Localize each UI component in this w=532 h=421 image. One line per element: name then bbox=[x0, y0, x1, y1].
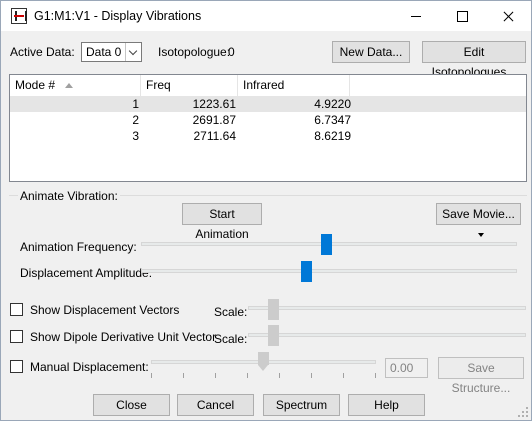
show-dipole-vector-checkbox[interactable] bbox=[10, 330, 23, 343]
slider-tick bbox=[343, 373, 344, 378]
table-row[interactable]: 2 2691.87 6.7347 bbox=[10, 112, 526, 128]
slider-tick bbox=[247, 373, 248, 378]
slider-tick bbox=[375, 373, 376, 378]
slider-tick bbox=[151, 373, 152, 378]
show-displacement-vectors-checkbox[interactable] bbox=[10, 303, 23, 316]
chevron-down-icon[interactable] bbox=[125, 43, 141, 61]
vectors-scale-track bbox=[248, 306, 526, 310]
vectors-scale-label: Scale: bbox=[214, 305, 248, 319]
dipole-scale-slider-thumb bbox=[268, 325, 279, 346]
displacement-amplitude-slider-thumb[interactable] bbox=[301, 261, 312, 282]
edit-isotopologues-button[interactable]: Edit Isotopologues... bbox=[422, 41, 526, 79]
slider-tick bbox=[183, 373, 184, 378]
gaussview-app-icon bbox=[11, 8, 27, 24]
cancel-button[interactable]: Cancel bbox=[177, 394, 254, 416]
window-title: G1:M1:V1 - Display Vibrations bbox=[34, 9, 202, 23]
close-button[interactable]: Close bbox=[93, 394, 170, 416]
manual-displacement-value-field: 0.00 bbox=[385, 358, 428, 378]
display-vibrations-window: G1:M1:V1 - Display Vibrations Active Dat… bbox=[0, 0, 532, 421]
column-header-freq[interactable]: Freq bbox=[141, 75, 238, 96]
column-header-freq-label: Freq bbox=[146, 78, 171, 92]
minimize-button[interactable] bbox=[393, 1, 439, 31]
mode-cell: 1 bbox=[132, 97, 139, 111]
slider-tick bbox=[279, 373, 280, 378]
manual-displacement-checkbox[interactable] bbox=[10, 360, 23, 373]
start-animation-button[interactable]: Start Animation bbox=[182, 203, 262, 241]
spectrum-button[interactable]: Spectrum bbox=[263, 394, 340, 416]
slider-tick bbox=[215, 373, 216, 378]
maximize-button[interactable] bbox=[439, 1, 485, 31]
animate-vibration-title: Animate Vibration: bbox=[18, 189, 120, 203]
freq-cell: 2711.64 bbox=[193, 129, 237, 143]
column-header-infrared[interactable]: Infrared bbox=[238, 75, 350, 96]
freq-cell: 2691.87 bbox=[192, 113, 236, 127]
dipole-scale-label: Scale: bbox=[214, 332, 248, 346]
displacement-amplitude-track[interactable] bbox=[141, 269, 517, 273]
dipole-scale-track bbox=[248, 333, 526, 337]
show-dipole-vector-label: Show Dipole Derivative Unit Vector bbox=[30, 330, 217, 344]
active-data-label: Active Data: bbox=[10, 45, 75, 59]
save-movie-label: Save Movie... bbox=[442, 207, 515, 221]
slider-tick bbox=[311, 373, 312, 378]
column-header-mode[interactable]: Mode # bbox=[10, 75, 141, 96]
freq-cell: 1223.61 bbox=[192, 97, 236, 111]
isotopologue-value: 0 bbox=[228, 45, 235, 59]
column-header-mode-label: Mode # bbox=[15, 78, 56, 92]
manual-displacement-label: Manual Displacement: bbox=[30, 360, 149, 374]
manual-displacement-slider-thumb bbox=[258, 352, 269, 371]
save-structure-button: Save Structure... bbox=[438, 357, 524, 395]
resize-grip-icon[interactable] bbox=[518, 407, 528, 417]
close-window-button[interactable] bbox=[485, 1, 531, 31]
table-row[interactable]: 1 1223.61 4.9220 bbox=[10, 96, 526, 112]
vectors-scale-slider-thumb bbox=[268, 299, 279, 320]
new-data-button[interactable]: New Data... bbox=[332, 41, 410, 63]
mode-cell: 3 bbox=[132, 129, 139, 143]
animation-frequency-label: Animation Frequency: bbox=[20, 240, 137, 254]
active-data-value: Data 0 bbox=[86, 45, 122, 59]
vibration-modes-table[interactable]: Mode # Freq Infrared 1 1223.61 4.9220 2 … bbox=[9, 74, 527, 182]
dropdown-arrow-icon bbox=[477, 232, 484, 237]
infrared-cell: 6.7347 bbox=[314, 113, 351, 127]
save-movie-button[interactable]: Save Movie... bbox=[436, 203, 521, 237]
infrared-cell: 8.6219 bbox=[314, 129, 351, 143]
show-displacement-vectors-label: Show Displacement Vectors bbox=[30, 303, 180, 317]
table-header: Mode # Freq Infrared bbox=[10, 75, 526, 96]
title-bar[interactable]: G1:M1:V1 - Display Vibrations bbox=[1, 1, 531, 31]
active-data-dropdown[interactable]: Data 0 bbox=[81, 42, 142, 62]
help-button[interactable]: Help bbox=[348, 394, 425, 416]
table-row[interactable]: 3 2711.64 8.6219 bbox=[10, 128, 526, 144]
animation-frequency-slider-thumb[interactable] bbox=[321, 234, 332, 255]
isotopologue-label: Isotopologue: bbox=[158, 45, 231, 59]
infrared-cell: 4.9220 bbox=[314, 97, 351, 111]
displacement-amplitude-label: Displacement Amplitude: bbox=[20, 266, 153, 280]
sort-ascending-icon bbox=[65, 83, 73, 88]
column-header-infrared-label: Infrared bbox=[243, 78, 285, 92]
mode-cell: 2 bbox=[132, 113, 139, 127]
